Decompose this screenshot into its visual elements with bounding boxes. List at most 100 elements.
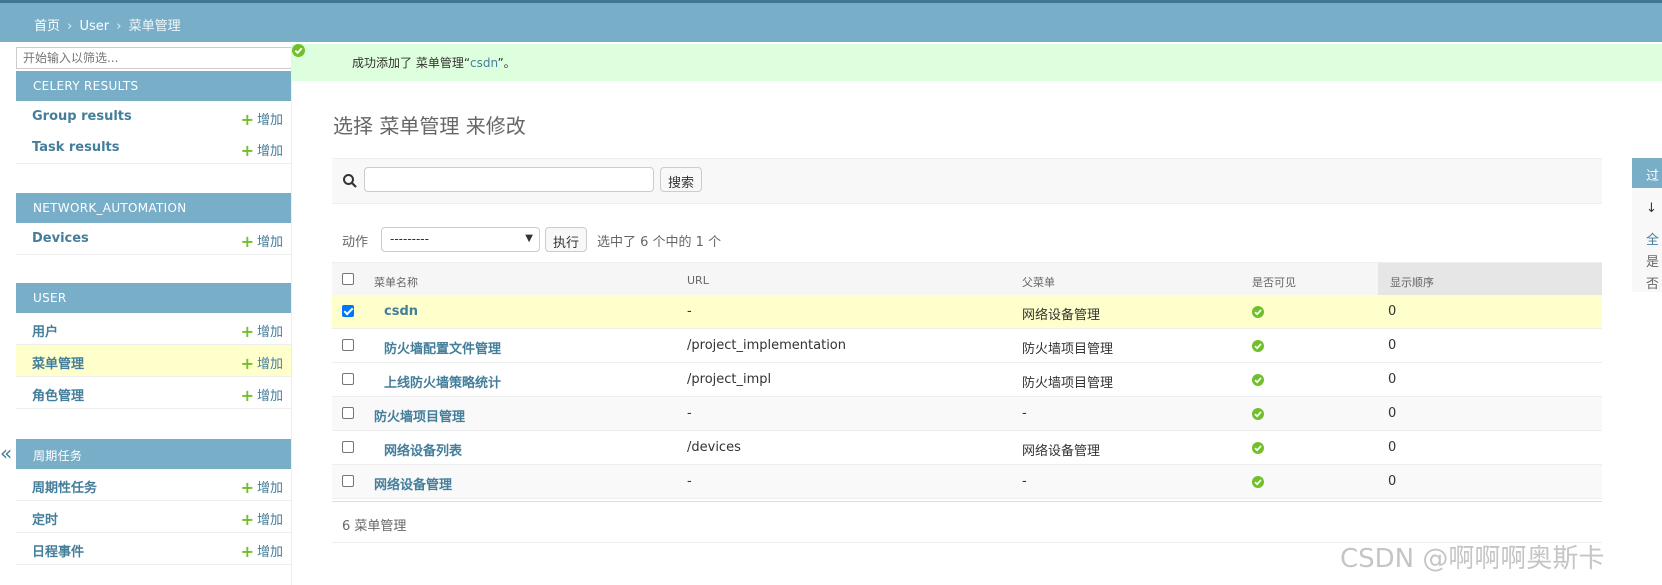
select-all-checkbox[interactable] [342, 273, 354, 285]
sidebar-filter-input[interactable] [16, 47, 292, 69]
add-link[interactable]: + 增加 [241, 321, 283, 341]
sidebar-item-intervals: 定时 + 增加 [16, 501, 292, 533]
plus-icon: + [240, 478, 254, 497]
row-parent: 网络设备管理 [1022, 308, 1101, 323]
filter-sort-icon[interactable]: ↓ [1646, 201, 1662, 216]
yes-icon [1252, 442, 1264, 454]
module-caption-celery-results[interactable]: CELERY RESULTS [16, 71, 292, 101]
filter-option-no[interactable]: 否 [1646, 273, 1662, 292]
actions-label: 动作 [342, 235, 369, 250]
collapse-sidebar-icon[interactable]: « [0, 441, 12, 465]
sidebar-item-label[interactable]: 定时 [32, 509, 58, 528]
table-row: 网络设备列表 /devices 网络设备管理 0 [332, 431, 1602, 465]
plus-icon: + [240, 232, 254, 251]
plus-icon: + [240, 510, 254, 529]
add-label: 增加 [256, 357, 283, 372]
row-checkbox[interactable] [342, 441, 354, 453]
add-link[interactable]: + 增加 [241, 385, 283, 405]
search-input[interactable] [364, 167, 654, 192]
plus-icon: + [240, 542, 254, 561]
message-prefix: 成功添加了 菜单管理“ [352, 56, 471, 70]
sidebar-item-label[interactable]: Group results [32, 109, 132, 124]
message-link[interactable]: csdn [470, 56, 497, 70]
add-link[interactable]: + 增加 [241, 353, 283, 373]
row-checkbox[interactable] [342, 407, 354, 419]
row-order: 0 [1388, 440, 1397, 455]
table-row: 网络设备管理 - - 0 [332, 465, 1602, 499]
sidebar-item-label[interactable]: 用户 [32, 321, 58, 340]
search-icon [343, 174, 357, 188]
row-url: /devices [687, 440, 741, 455]
action-select-value: --------- [390, 232, 429, 246]
row-parent: - [1022, 406, 1027, 421]
module-caption-periodic-tasks[interactable]: 周期任务 [16, 439, 292, 469]
sidebar-item-label[interactable]: 日程事件 [32, 541, 84, 560]
table-row: 防火墙项目管理 - - 0 [332, 397, 1602, 431]
add-link[interactable]: + 增加 [241, 109, 283, 129]
breadcrumb-current: 菜单管理 [128, 19, 181, 34]
row-parent: - [1022, 474, 1027, 489]
column-header-name[interactable]: 菜单名称 [374, 274, 418, 290]
sidebar-item-label[interactable]: Devices [32, 231, 89, 246]
row-name-link[interactable]: 网络设备管理 [374, 474, 452, 493]
add-link[interactable]: + 增加 [241, 509, 283, 529]
row-name-link[interactable]: 防火墙项目管理 [374, 406, 465, 425]
add-link[interactable]: + 增加 [241, 231, 283, 251]
sidebar-item-label[interactable]: 周期性任务 [32, 477, 97, 496]
filter-option-all[interactable]: 全 [1646, 229, 1662, 248]
module-caption-network-automation[interactable]: NETWORK_AUTOMATION [16, 193, 292, 223]
table-row: csdn - 网络设备管理 0 [332, 295, 1602, 329]
row-order: 0 [1388, 372, 1397, 387]
add-link[interactable]: + 增加 [241, 541, 283, 561]
row-checkbox[interactable] [342, 305, 354, 317]
column-header-parent[interactable]: 父菜单 [1022, 274, 1055, 290]
run-action-button[interactable]: 执行 [545, 227, 588, 252]
add-link[interactable]: + 增加 [241, 140, 283, 160]
breadcrumb-app[interactable]: User [80, 19, 110, 34]
row-checkbox[interactable] [342, 475, 354, 487]
success-check-icon [292, 44, 305, 57]
module-caption-user[interactable]: USER [16, 283, 292, 313]
row-checkbox[interactable] [342, 339, 354, 351]
row-parent: 防火墙项目管理 [1022, 342, 1114, 357]
yes-icon [1252, 340, 1264, 352]
add-label: 增加 [256, 144, 283, 159]
plus-icon: + [240, 354, 254, 373]
row-checkbox[interactable] [342, 373, 354, 385]
row-parent: 防火墙项目管理 [1022, 376, 1114, 391]
row-name-link[interactable]: 上线防火墙策略统计 [384, 372, 501, 391]
filter-option-yes[interactable]: 是 [1646, 251, 1662, 270]
breadcrumb-separator: › [116, 19, 122, 34]
add-link[interactable]: + 增加 [241, 477, 283, 497]
column-header-order[interactable]: 显示顺序 [1390, 274, 1434, 290]
breadcrumb-home[interactable]: 首页 [34, 19, 60, 34]
plus-icon: + [240, 386, 254, 405]
add-label: 增加 [256, 481, 283, 496]
plus-icon: + [240, 141, 254, 160]
selection-counter: 选中了 6 个中的 1 个 [597, 235, 722, 250]
action-select[interactable]: --------- ▼ [381, 227, 540, 252]
page-title: 选择 菜单管理 来修改 [333, 114, 526, 138]
plus-icon: + [240, 322, 254, 341]
sidebar-item-role-management: 角色管理 + 增加 [16, 377, 292, 409]
row-url: - [687, 304, 692, 319]
column-header-visible[interactable]: 是否可见 [1252, 274, 1296, 290]
sidebar-item-group-results: Group results + 增加 [16, 101, 292, 133]
sidebar-item-label[interactable]: 角色管理 [32, 385, 84, 404]
add-label: 增加 [256, 513, 283, 528]
row-name-link[interactable]: 防火墙配置文件管理 [384, 338, 501, 357]
sidebar-item-label[interactable]: Task results [32, 140, 120, 155]
sidebar-item-label[interactable]: 菜单管理 [32, 353, 84, 372]
filter-panel-title: 过 [1632, 158, 1662, 188]
add-label: 增加 [256, 545, 283, 560]
column-header-url[interactable]: URL [687, 274, 709, 287]
search-button[interactable]: 搜索 [660, 167, 703, 192]
row-name-link[interactable]: 网络设备列表 [384, 440, 462, 459]
add-label: 增加 [256, 325, 283, 340]
sidebar-item-task-results: Task results + 增加 [16, 132, 292, 164]
plus-icon: + [240, 110, 254, 129]
row-name-link[interactable]: csdn [384, 304, 418, 319]
sidebar-item-calendar-events: 日程事件 + 增加 [16, 533, 292, 565]
add-label: 增加 [256, 113, 283, 128]
row-url: /project_impl [687, 372, 772, 387]
